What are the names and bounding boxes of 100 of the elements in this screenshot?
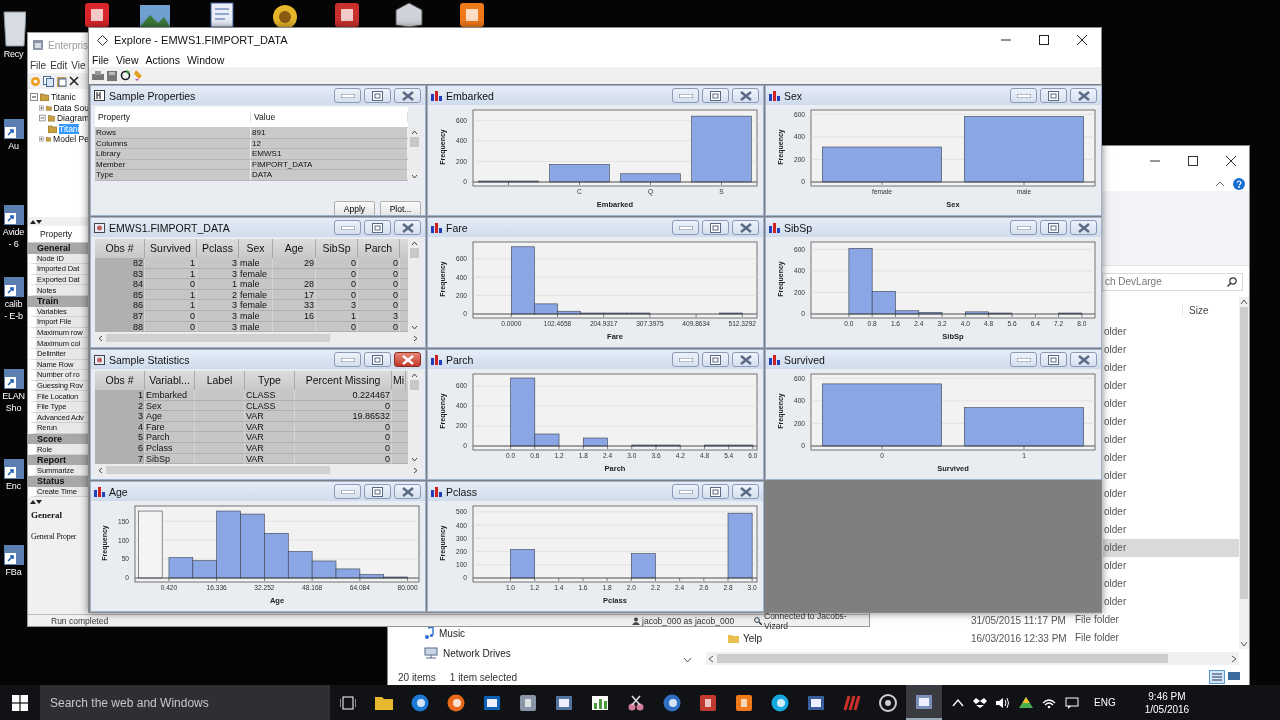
table-cell: 0	[351, 268, 356, 279]
table-cell: 3	[232, 268, 237, 279]
icon-label: ELAN	[2, 390, 25, 402]
table-cell: male	[240, 258, 260, 268]
table-cell: 0	[385, 453, 390, 464]
group-header: Status	[36, 476, 65, 487]
table-cell: 0	[351, 279, 356, 290]
table-cell: 16	[304, 310, 314, 321]
status-user: jacob_000 as jacob_000	[642, 615, 735, 626]
status-text: 1 item selected	[449, 671, 518, 683]
panel-title: Sample Properties	[109, 89, 196, 102]
panel-title: Parch	[446, 353, 474, 366]
icon-label: Recy	[3, 48, 24, 60]
file-date: 16/03/2016 12:33 PM	[971, 632, 1067, 644]
panel-title: Pclass	[446, 485, 477, 498]
icon-label: FBa	[5, 566, 22, 578]
table-cell: female	[240, 268, 267, 279]
table-cell: 84	[133, 279, 143, 290]
group-header: Score	[36, 434, 62, 444]
table-cell: Rows	[95, 128, 251, 138]
table-cell: Parch	[146, 432, 170, 443]
table-cell: 0	[385, 442, 390, 453]
table-cell: Fare	[146, 421, 165, 432]
description-title: General	[31, 510, 63, 521]
panel-title: Sex	[784, 89, 803, 102]
table-cell: 1	[190, 289, 195, 300]
icon-label: Enc	[6, 480, 21, 492]
table-cell: 0	[351, 321, 356, 332]
table-cell: CLASS	[246, 390, 276, 400]
table-cell: 1	[190, 258, 195, 268]
table-cell: 82	[133, 258, 143, 268]
table-cell: VAR	[246, 453, 264, 464]
table-cell: 1	[232, 279, 237, 290]
table-cell: 4	[138, 421, 143, 432]
table-cell: Columns	[95, 138, 251, 149]
group-header: Report	[36, 455, 66, 466]
table-cell: 3	[232, 300, 237, 311]
panel-title: Fare	[446, 221, 468, 234]
table-cell: 0	[385, 432, 390, 443]
table-cell: 0.224467	[352, 390, 390, 400]
table-cell: 29	[304, 258, 314, 268]
icon-label: Au	[8, 140, 19, 152]
table-cell: 0	[393, 300, 398, 311]
table-cell: 1	[138, 390, 143, 400]
table-cell: 17	[304, 289, 314, 300]
table-cell: 88	[133, 321, 143, 332]
panel-title: Survived	[784, 353, 825, 366]
table-cell: SibSp	[146, 453, 171, 464]
table-cell: 0	[393, 268, 398, 279]
table-cell: 1	[190, 300, 195, 311]
file-date: 31/05/2015 11:17 PM	[971, 614, 1066, 626]
status-text: Run completed	[50, 615, 110, 626]
table-cell: 1	[190, 268, 195, 279]
table-cell: 0	[385, 421, 390, 432]
table-cell: 3	[138, 411, 143, 422]
table-cell: 5	[138, 432, 143, 443]
panel-title: EMWS1.FIMPORT_DATA	[109, 221, 230, 234]
table-cell: 0	[351, 258, 356, 268]
table-cell: Age	[146, 411, 162, 422]
group-header: General	[36, 243, 71, 254]
panel-title: SibSp	[784, 221, 813, 234]
window-title: Explore - EMWS1.FIMPORT_DATA	[114, 34, 288, 46]
table-cell: 87	[133, 310, 143, 321]
table-cell: 0	[190, 321, 195, 332]
table-cell: 1	[351, 310, 356, 321]
table-cell: Pclass	[146, 442, 173, 453]
table-cell: 0	[385, 400, 390, 411]
table-cell: male	[240, 310, 260, 321]
table-cell: VAR	[246, 442, 264, 453]
table-cell: 33	[304, 300, 314, 311]
icon-label: calib	[4, 298, 23, 310]
table-cell: 2	[138, 400, 143, 411]
table-cell: 2	[232, 289, 237, 300]
table-cell: Sex	[146, 400, 162, 411]
table-cell: female	[240, 300, 267, 311]
status-connection: Connected to Jacobs-Vizard	[764, 610, 848, 631]
table-cell: male	[240, 321, 260, 332]
table-cell: 85	[133, 289, 143, 300]
table-cell: Member	[95, 159, 251, 170]
table-cell: 28	[304, 279, 314, 290]
table-cell: 86	[133, 300, 143, 311]
table-cell: 6	[138, 442, 143, 453]
table-cell: 0	[393, 258, 398, 268]
panel-title: Embarked	[446, 89, 494, 102]
table-cell: 0	[190, 279, 195, 290]
table-cell: 3	[232, 321, 237, 332]
status-text: 20 items	[398, 671, 436, 683]
table-cell: 7	[138, 453, 143, 464]
table-cell: Library	[95, 149, 251, 160]
column-header: Property	[39, 229, 73, 239]
table-cell: 0	[393, 321, 398, 332]
table-cell: female	[240, 289, 267, 300]
table-cell: VAR	[246, 421, 264, 432]
table-cell: 3	[232, 258, 237, 268]
icon-label: Avide	[2, 226, 25, 238]
icon-label: - E-b	[4, 310, 23, 322]
table-cell: 0	[351, 289, 356, 300]
group-header: Train	[36, 296, 59, 307]
table-cell: male	[240, 279, 260, 290]
panel-title: Age	[109, 485, 128, 498]
